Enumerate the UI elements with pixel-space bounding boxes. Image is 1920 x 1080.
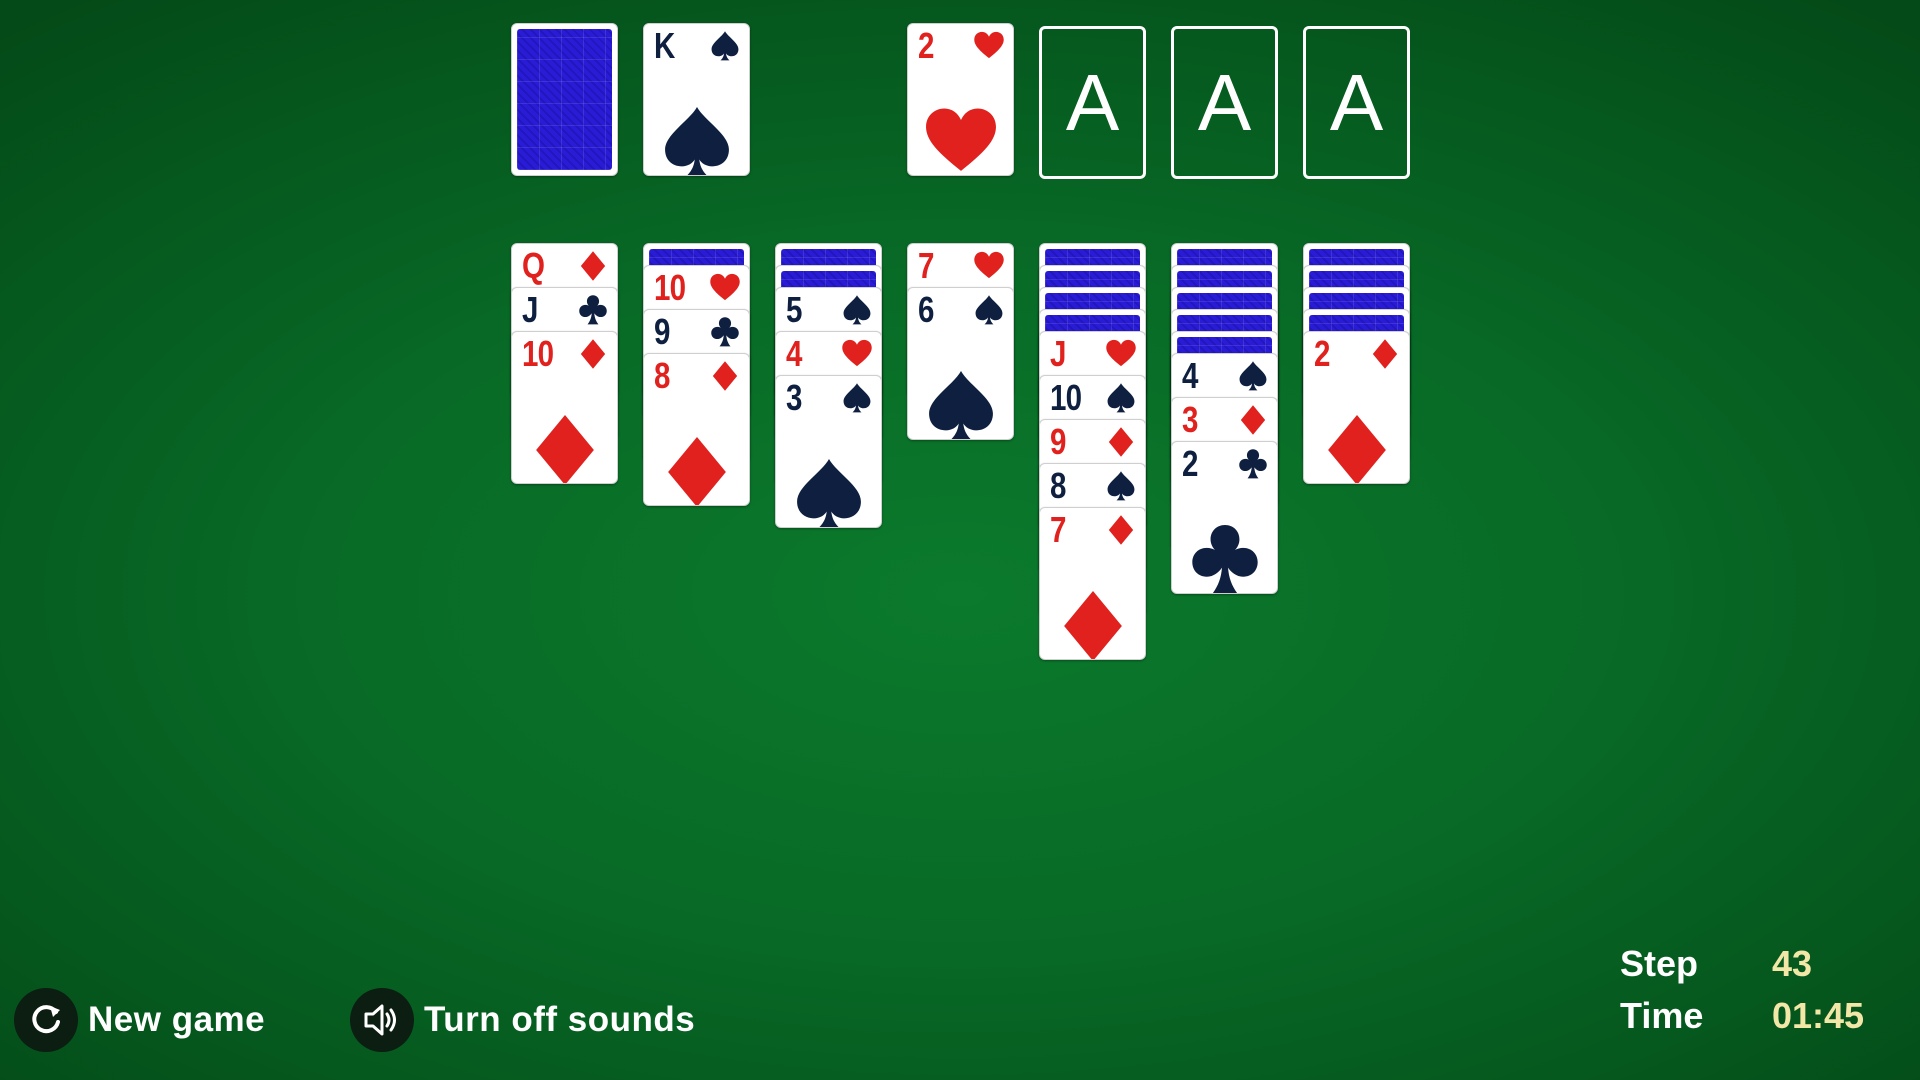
waste-card[interactable]: K xyxy=(643,23,750,176)
tableau-card[interactable]: 8 xyxy=(643,353,750,506)
heart-pip-icon xyxy=(925,108,996,171)
club-icon xyxy=(711,317,739,347)
step-label: Step xyxy=(1620,943,1699,984)
spade-icon xyxy=(843,383,871,413)
card-rank: 9 xyxy=(654,311,670,352)
tableau-card[interactable]: 3 xyxy=(775,375,882,528)
spade-pip-icon xyxy=(664,107,729,175)
spade-pip-icon xyxy=(928,371,993,439)
heart-icon xyxy=(974,31,1004,59)
heart-icon xyxy=(710,273,740,301)
card-rank: 2 xyxy=(1182,443,1198,484)
step-row: Step 43 xyxy=(1620,938,1864,990)
heart-icon xyxy=(974,251,1004,279)
stock-pile[interactable] xyxy=(511,23,618,176)
club-icon xyxy=(1239,449,1267,479)
club-pip-icon xyxy=(1191,525,1258,593)
club-icon xyxy=(579,295,607,325)
tableau-card[interactable]: 6 xyxy=(907,287,1014,440)
speaker-icon xyxy=(350,988,414,1052)
tableau-card[interactable]: 2 xyxy=(1171,441,1278,594)
diamond-icon xyxy=(1108,427,1134,457)
heart-icon xyxy=(1106,339,1136,367)
spade-pip-icon xyxy=(796,459,861,527)
diamond-pip-icon xyxy=(535,415,594,483)
card-rank: 7 xyxy=(1050,509,1066,550)
card-rank: 10 xyxy=(522,333,554,374)
card-rank: 3 xyxy=(1182,399,1198,440)
card-rank: 4 xyxy=(786,333,802,374)
diamond-icon xyxy=(1240,405,1266,435)
diamond-pip-icon xyxy=(667,437,726,505)
refresh-icon xyxy=(14,988,78,1052)
card-rank: J xyxy=(522,289,538,330)
time-value: 01:45 xyxy=(1772,995,1865,1036)
spade-icon xyxy=(975,295,1003,325)
spade-icon xyxy=(711,31,739,61)
card-rank: 8 xyxy=(654,355,670,396)
spade-icon xyxy=(843,295,871,325)
diamond-pip-icon xyxy=(1327,415,1386,483)
card-rank: 9 xyxy=(1050,421,1066,462)
diamond-icon xyxy=(712,361,738,391)
time-row: Time 01:45 xyxy=(1620,990,1864,1042)
card-rank: 7 xyxy=(918,245,934,286)
foundation-placeholder[interactable]: A xyxy=(1039,26,1146,179)
placeholder-letter: A xyxy=(1065,57,1120,147)
spade-icon xyxy=(1107,471,1135,501)
placeholder-letter: A xyxy=(1329,57,1384,147)
card-rank: 2 xyxy=(1314,333,1330,374)
card-rank: 3 xyxy=(786,377,802,418)
time-label: Time xyxy=(1620,995,1704,1036)
new-game-button[interactable]: New game xyxy=(14,988,265,1052)
tableau-card[interactable]: 2 xyxy=(1303,331,1410,484)
card-rank: K xyxy=(654,25,675,66)
diamond-icon xyxy=(1372,339,1398,369)
card-rank: 5 xyxy=(786,289,802,330)
card-rank: 4 xyxy=(1182,355,1198,396)
sound-toggle-button[interactable]: Turn off sounds xyxy=(350,988,695,1052)
diamond-icon xyxy=(1108,515,1134,545)
tableau-card[interactable]: 7 xyxy=(1039,507,1146,660)
sound-toggle-label: Turn off sounds xyxy=(424,1000,696,1039)
card-rank: 2 xyxy=(918,25,934,66)
diamond-icon xyxy=(580,339,606,369)
card-rank: 6 xyxy=(918,289,934,330)
foundation-placeholder[interactable]: A xyxy=(1171,26,1278,179)
diamond-icon xyxy=(580,251,606,281)
spade-icon xyxy=(1239,361,1267,391)
placeholder-letter: A xyxy=(1197,57,1252,147)
card-rank: 8 xyxy=(1050,465,1066,506)
new-game-label: New game xyxy=(88,1000,266,1039)
diamond-pip-icon xyxy=(1063,591,1122,659)
foundation-placeholder[interactable]: A xyxy=(1303,26,1410,179)
heart-icon xyxy=(842,339,872,367)
step-value: 43 xyxy=(1772,943,1813,984)
foundation-card[interactable]: 2 xyxy=(907,23,1014,176)
tableau-card[interactable]: 10 xyxy=(511,331,618,484)
card-rank: 10 xyxy=(654,267,686,308)
card-rank: J xyxy=(1050,333,1066,374)
card-rank: 10 xyxy=(1050,377,1082,418)
game-stats: Step 43 Time 01:45 xyxy=(1620,938,1864,1042)
spade-icon xyxy=(1107,383,1135,413)
card-rank: Q xyxy=(522,245,545,286)
